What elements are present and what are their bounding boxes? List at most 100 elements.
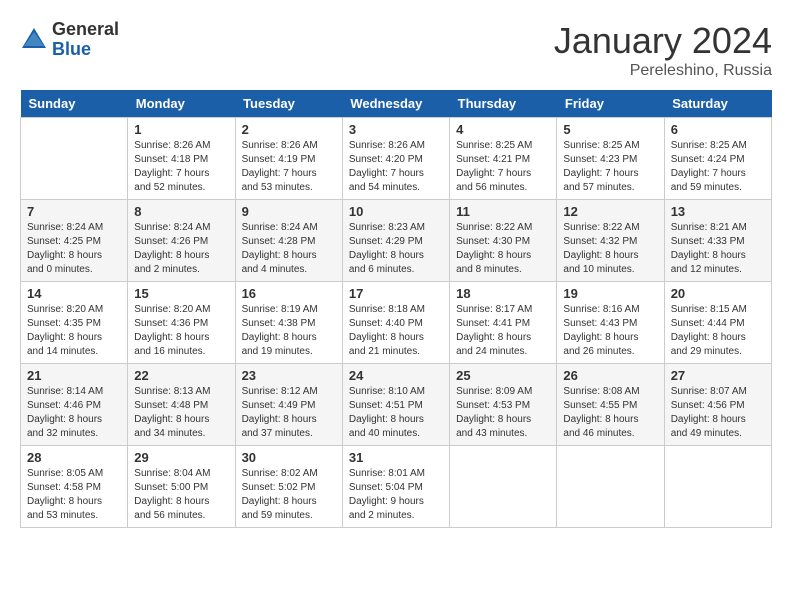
calendar-cell: 23 Sunrise: 8:12 AM Sunset: 4:49 PM Dayli… (235, 364, 342, 446)
calendar-table: SundayMondayTuesdayWednesdayThursdayFrid… (20, 90, 772, 528)
day-info: Sunrise: 8:08 AM Sunset: 4:55 PM Dayligh… (563, 385, 657, 441)
day-number: 4 (456, 122, 550, 137)
day-info: Sunrise: 8:15 AM Sunset: 4:44 PM Dayligh… (671, 303, 765, 359)
day-number: 27 (671, 368, 765, 383)
calendar-cell: 8 Sunrise: 8:24 AM Sunset: 4:26 PM Daylig… (128, 200, 235, 282)
day-number: 18 (456, 286, 550, 301)
calendar-cell: 26 Sunrise: 8:08 AM Sunset: 4:55 PM Dayli… (557, 364, 664, 446)
logo: General Blue (20, 20, 119, 60)
location-title: Pereleshino, Russia (554, 62, 772, 80)
day-info: Sunrise: 8:20 AM Sunset: 4:35 PM Dayligh… (27, 303, 121, 359)
day-number: 19 (563, 286, 657, 301)
calendar-cell: 7 Sunrise: 8:24 AM Sunset: 4:25 PM Daylig… (21, 200, 128, 282)
day-number: 23 (242, 368, 336, 383)
day-number: 6 (671, 122, 765, 137)
month-title: January 2024 (554, 20, 772, 62)
day-info: Sunrise: 8:19 AM Sunset: 4:38 PM Dayligh… (242, 303, 336, 359)
day-info: Sunrise: 8:26 AM Sunset: 4:19 PM Dayligh… (242, 139, 336, 195)
day-info: Sunrise: 8:16 AM Sunset: 4:43 PM Dayligh… (563, 303, 657, 359)
day-info: Sunrise: 8:24 AM Sunset: 4:26 PM Dayligh… (134, 221, 228, 277)
weekday-header-cell: Thursday (450, 90, 557, 118)
calendar-cell: 21 Sunrise: 8:14 AM Sunset: 4:46 PM Dayli… (21, 364, 128, 446)
calendar-week-row: 7 Sunrise: 8:24 AM Sunset: 4:25 PM Daylig… (21, 200, 772, 282)
day-number: 28 (27, 450, 121, 465)
calendar-cell: 5Sunrise: 8:25 AM Sunset: 4:23 PM Daylig… (557, 118, 664, 200)
day-number: 21 (27, 368, 121, 383)
day-info: Sunrise: 8:02 AM Sunset: 5:02 PM Dayligh… (242, 467, 336, 523)
calendar-cell: 6 Sunrise: 8:25 AM Sunset: 4:24 PM Daylig… (664, 118, 771, 200)
calendar-cell: 20Sunrise: 8:15 AM Sunset: 4:44 PM Dayli… (664, 282, 771, 364)
weekday-header-cell: Tuesday (235, 90, 342, 118)
day-info: Sunrise: 8:25 AM Sunset: 4:23 PM Dayligh… (563, 139, 657, 195)
calendar-week-row: 28 Sunrise: 8:05 AM Sunset: 4:58 PM Dayli… (21, 446, 772, 528)
day-number: 30 (242, 450, 336, 465)
calendar-cell: 9 Sunrise: 8:24 AM Sunset: 4:28 PM Daylig… (235, 200, 342, 282)
day-number: 17 (349, 286, 443, 301)
calendar-cell: 10Sunrise: 8:23 AM Sunset: 4:29 PM Dayli… (342, 200, 449, 282)
calendar-cell: 17 Sunrise: 8:18 AM Sunset: 4:40 PM Dayli… (342, 282, 449, 364)
day-number: 7 (27, 204, 121, 219)
day-info: Sunrise: 8:23 AM Sunset: 4:29 PM Dayligh… (349, 221, 443, 277)
day-info: Sunrise: 8:21 AM Sunset: 4:33 PM Dayligh… (671, 221, 765, 277)
day-info: Sunrise: 8:09 AM Sunset: 4:53 PM Dayligh… (456, 385, 550, 441)
day-info: Sunrise: 8:20 AM Sunset: 4:36 PM Dayligh… (134, 303, 228, 359)
calendar-cell: 22Sunrise: 8:13 AM Sunset: 4:48 PM Dayli… (128, 364, 235, 446)
day-number: 31 (349, 450, 443, 465)
calendar-cell: 30 Sunrise: 8:02 AM Sunset: 5:02 PM Dayli… (235, 446, 342, 528)
day-info: Sunrise: 8:01 AM Sunset: 5:04 PM Dayligh… (349, 467, 443, 523)
day-info: Sunrise: 8:24 AM Sunset: 4:28 PM Dayligh… (242, 221, 336, 277)
logo-blue-text: Blue (52, 40, 119, 60)
weekday-header-cell: Wednesday (342, 90, 449, 118)
calendar-week-row: 14Sunrise: 8:20 AM Sunset: 4:35 PM Dayli… (21, 282, 772, 364)
weekday-header-cell: Sunday (21, 90, 128, 118)
day-info: Sunrise: 8:25 AM Sunset: 4:24 PM Dayligh… (671, 139, 765, 195)
day-number: 12 (563, 204, 657, 219)
calendar-week-row: 1 Sunrise: 8:26 AM Sunset: 4:18 PM Daylig… (21, 118, 772, 200)
day-info: Sunrise: 8:26 AM Sunset: 4:20 PM Dayligh… (349, 139, 443, 195)
day-info: Sunrise: 8:07 AM Sunset: 4:56 PM Dayligh… (671, 385, 765, 441)
calendar-cell: 12 Sunrise: 8:22 AM Sunset: 4:32 PM Dayli… (557, 200, 664, 282)
calendar-cell: 1 Sunrise: 8:26 AM Sunset: 4:18 PM Daylig… (128, 118, 235, 200)
day-number: 29 (134, 450, 228, 465)
calendar-cell: 27 Sunrise: 8:07 AM Sunset: 4:56 PM Dayli… (664, 364, 771, 446)
day-number: 11 (456, 204, 550, 219)
day-info: Sunrise: 8:14 AM Sunset: 4:46 PM Dayligh… (27, 385, 121, 441)
calendar-cell (664, 446, 771, 528)
weekday-header-cell: Saturday (664, 90, 771, 118)
day-info: Sunrise: 8:13 AM Sunset: 4:48 PM Dayligh… (134, 385, 228, 441)
calendar-cell: 29Sunrise: 8:04 AM Sunset: 5:00 PM Dayli… (128, 446, 235, 528)
calendar-body: 1 Sunrise: 8:26 AM Sunset: 4:18 PM Daylig… (21, 118, 772, 528)
calendar-cell: 16 Sunrise: 8:19 AM Sunset: 4:38 PM Dayli… (235, 282, 342, 364)
calendar-cell: 31 Sunrise: 8:01 AM Sunset: 5:04 PM Dayli… (342, 446, 449, 528)
day-number: 16 (242, 286, 336, 301)
day-number: 1 (134, 122, 228, 137)
day-info: Sunrise: 8:24 AM Sunset: 4:25 PM Dayligh… (27, 221, 121, 277)
calendar-cell: 25 Sunrise: 8:09 AM Sunset: 4:53 PM Dayli… (450, 364, 557, 446)
day-number: 8 (134, 204, 228, 219)
day-info: Sunrise: 8:18 AM Sunset: 4:40 PM Dayligh… (349, 303, 443, 359)
day-info: Sunrise: 8:17 AM Sunset: 4:41 PM Dayligh… (456, 303, 550, 359)
day-info: Sunrise: 8:05 AM Sunset: 4:58 PM Dayligh… (27, 467, 121, 523)
day-info: Sunrise: 8:12 AM Sunset: 4:49 PM Dayligh… (242, 385, 336, 441)
day-number: 26 (563, 368, 657, 383)
calendar-cell: 19 Sunrise: 8:16 AM Sunset: 4:43 PM Dayli… (557, 282, 664, 364)
calendar-cell: 2Sunrise: 8:26 AM Sunset: 4:19 PM Daylig… (235, 118, 342, 200)
day-info: Sunrise: 8:22 AM Sunset: 4:30 PM Dayligh… (456, 221, 550, 277)
logo-icon (20, 26, 48, 54)
day-info: Sunrise: 8:26 AM Sunset: 4:18 PM Dayligh… (134, 139, 228, 195)
day-number: 9 (242, 204, 336, 219)
calendar-cell: 3 Sunrise: 8:26 AM Sunset: 4:20 PM Daylig… (342, 118, 449, 200)
calendar-week-row: 21 Sunrise: 8:14 AM Sunset: 4:46 PM Dayli… (21, 364, 772, 446)
day-number: 25 (456, 368, 550, 383)
day-number: 24 (349, 368, 443, 383)
calendar-cell: 18 Sunrise: 8:17 AM Sunset: 4:41 PM Dayli… (450, 282, 557, 364)
day-info: Sunrise: 8:25 AM Sunset: 4:21 PM Dayligh… (456, 139, 550, 195)
title-block: January 2024 Pereleshino, Russia (554, 20, 772, 80)
calendar-cell: 24Sunrise: 8:10 AM Sunset: 4:51 PM Dayli… (342, 364, 449, 446)
calendar-cell (557, 446, 664, 528)
calendar-cell (450, 446, 557, 528)
logo-general-text: General (52, 20, 119, 40)
day-number: 3 (349, 122, 443, 137)
day-info: Sunrise: 8:22 AM Sunset: 4:32 PM Dayligh… (563, 221, 657, 277)
calendar-cell: 13Sunrise: 8:21 AM Sunset: 4:33 PM Dayli… (664, 200, 771, 282)
